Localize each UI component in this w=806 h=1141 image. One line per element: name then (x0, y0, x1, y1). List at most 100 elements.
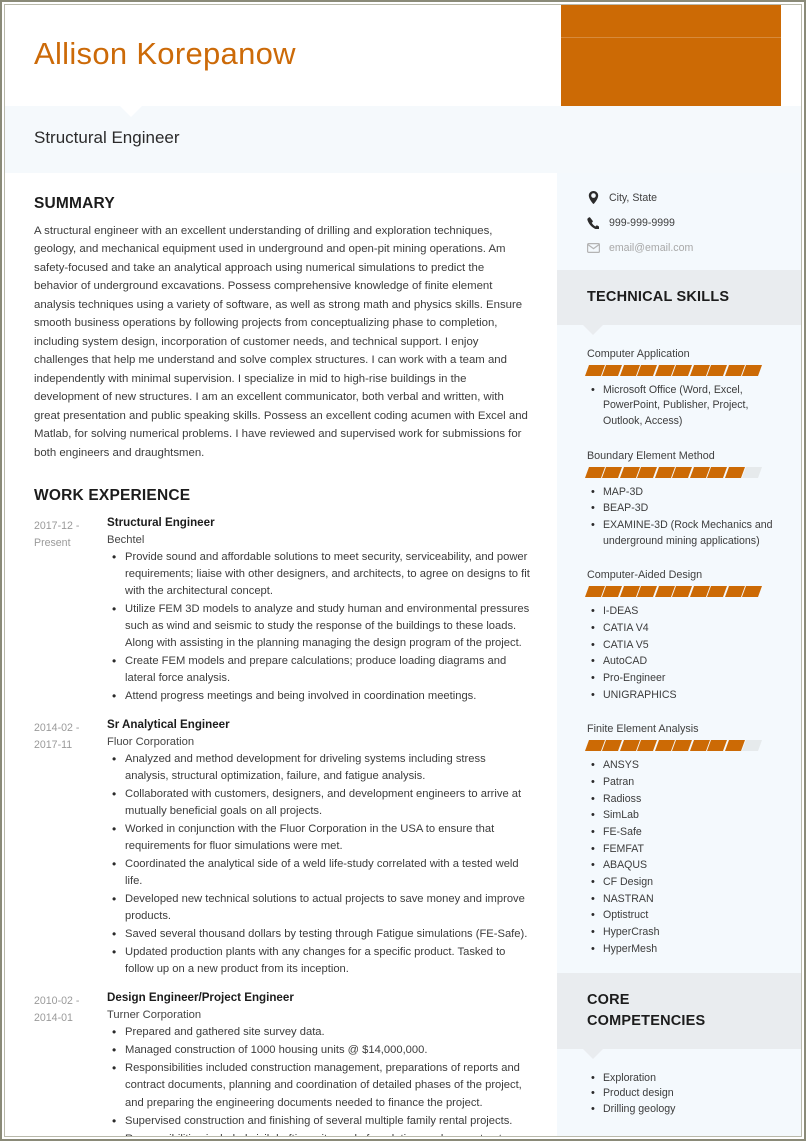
skill-item: ANSYS (587, 757, 783, 774)
skill-bar-segment (742, 586, 763, 598)
skill-item: FEMFAT (587, 841, 783, 858)
core-competency-item: Exploration (587, 1070, 783, 1087)
job-bullet: Updated production plants with any chang… (107, 943, 531, 978)
skill-bar-segment (637, 466, 658, 478)
core-competencies-list: ExplorationProduct designDrilling geolog… (587, 1070, 783, 1119)
contact-row[interactable]: email@email.com (557, 242, 801, 254)
skill-item: MAP-3D (587, 484, 783, 501)
job-bullet: Saved several thousand dollars by testin… (107, 925, 531, 943)
phone-icon (587, 217, 600, 229)
envelope-icon (586, 243, 600, 253)
resume-page: Allison Korepanow Structural Engineer SU… (0, 0, 806, 1141)
job-dates: 2017-12 - Present (34, 520, 80, 549)
main-column: SUMMARY A structural engineer with an ex… (5, 173, 557, 1136)
work-experience-item: 2014-02 - 2017-11 Sr Analytical Engineer F… (34, 718, 531, 978)
core-competencies-header: CORE COMPETENCIES (556, 973, 801, 1059)
skill-item: AutoCAD (587, 653, 783, 670)
skill-group: Finite Element Analysis ANSYSPatranRadios… (584, 723, 783, 958)
skill-item: Patran (587, 774, 783, 791)
job-bullet-list: Analyzed and method development for driv… (107, 750, 531, 978)
skill-bar-segment (672, 466, 693, 478)
skill-bar-segment (742, 466, 763, 478)
skill-level-bar (584, 466, 763, 478)
job-bullet: Worked in conjunction with the Fluor Cor… (107, 820, 531, 855)
technical-skills-body: Computer Application Microsoft Office (Wo… (557, 325, 801, 974)
contact-text: 999-999-9999 (608, 217, 675, 229)
skill-level-bar (584, 364, 763, 376)
skill-group: Computer Application Microsoft Office (Wo… (584, 347, 783, 430)
skill-item-list: Microsoft Office (Word, Excel, PowerPoin… (587, 382, 783, 430)
skill-bar-segment (742, 740, 763, 752)
skill-bar-segment (672, 364, 693, 376)
skill-item-list: I-DEASCATIA V4CATIA V5AutoCADPro-Enginee… (587, 603, 783, 703)
job-bullet-list: Provide sound and affordable solutions t… (107, 548, 531, 705)
skill-item: HyperMesh (587, 941, 783, 958)
job-bullet: Utilize FEM 3D models to analyze and stu… (107, 600, 531, 652)
candidate-name: Allison Korepanow (34, 36, 296, 71)
skill-bar-segment (602, 466, 623, 478)
job-dates: 2014-02 - 2017-11 (34, 722, 80, 751)
skill-item-list: ANSYSPatranRadiossSimLabFE-SafeFEMFATABA… (587, 757, 783, 958)
job-role: Sr Analytical Engineer (107, 718, 230, 732)
summary-text: A structural engineer with an excellent … (34, 225, 528, 459)
core-competency-item: Drilling geology (587, 1101, 783, 1118)
job-company: Turner Corporation (107, 1009, 202, 1022)
skill-item: SimLab (587, 807, 783, 824)
sidebar-column: City, State 999-999-9999 email@email.com T… (556, 173, 801, 1136)
job-role: Structural Engineer (107, 516, 215, 530)
skill-level-bar (584, 586, 763, 598)
job-company: Bechtel (107, 534, 145, 547)
skill-item: EXAMINE-3D (Rock Mechanics and undergrou… (587, 517, 783, 549)
skill-item: HyperCrash (587, 924, 783, 941)
job-bullet: Managed construction of 1000 housing uni… (107, 1041, 531, 1059)
skill-bar-segment (742, 364, 763, 376)
job-bullet: Collaborated with customers, designers, … (107, 785, 531, 820)
job-bullet: Coordinated the analytical side of a wel… (107, 855, 531, 890)
job-bullet: Attend progress meetings and being invol… (107, 687, 531, 705)
contact-info-block: City, State 999-999-9999 email@email.com (557, 173, 801, 270)
skill-group-label: Computer-Aided Design (586, 569, 703, 582)
job-bullet: Create FEM models and prepare calculatio… (107, 652, 531, 687)
job-bullet-list: Prepared and gathered site survey data.M… (107, 1023, 531, 1136)
skill-group-label: Boundary Element Method (586, 449, 715, 462)
contact-row[interactable]: City, State (557, 191, 801, 204)
core-competency-item: Product design (587, 1085, 783, 1102)
job-role: Design Engineer/Project Engineer (107, 991, 294, 1005)
skill-group: Boundary Element Method MAP-3DBEAP-3DEXAM… (584, 449, 783, 550)
work-experience-item: 2010-02 - 2014-01 Design Engineer/Project… (34, 991, 531, 1136)
skill-bar-segment (707, 586, 728, 598)
skill-level-bar (584, 740, 763, 752)
candidate-job-title: Structural Engineer (34, 128, 180, 147)
skill-item: Microsoft Office (Word, Excel, PowerPoin… (587, 382, 783, 430)
job-bullet: Analyzed and method development for driv… (107, 750, 531, 785)
resume-body: SUMMARY A structural engineer with an ex… (5, 173, 801, 1136)
location-pin-icon (587, 191, 600, 204)
contact-row[interactable]: 999-999-9999 (557, 217, 801, 229)
technical-skills-header: TECHNICAL SKILLS (556, 270, 801, 335)
job-bullet: Developed new technical solutions to act… (107, 890, 531, 925)
technical-skills-notch-icon (582, 324, 603, 335)
skill-bar-segment (602, 364, 623, 376)
skill-item: ABAQUS (587, 857, 783, 874)
skill-item-list: MAP-3DBEAP-3DEXAMINE-3D (Rock Mechanics … (587, 484, 783, 550)
skill-group: Computer-Aided Design I-DEASCATIA V4CATIA… (584, 569, 783, 703)
job-details: Structural Engineer BechtelProvide sound … (107, 516, 531, 705)
skill-group-label: Finite Element Analysis (586, 723, 699, 736)
skill-item: I-DEAS (587, 603, 783, 620)
job-bullet: Responsibilities included construction m… (107, 1059, 531, 1111)
core-competencies-heading: CORE COMPETENCIES (586, 992, 706, 1029)
header-accent-block (561, 5, 781, 106)
job-dates: 2010-02 - 2014-01 (34, 995, 80, 1024)
skill-group-label: Computer Application (586, 347, 690, 360)
skill-item: NASTRAN (587, 891, 783, 908)
job-bullet: Provide sound and affordable solutions t… (107, 548, 531, 600)
resume-page-inner: Allison Korepanow Structural Engineer SU… (4, 4, 802, 1137)
summary-heading: SUMMARY (34, 195, 115, 212)
skill-item: BEAP-3D (587, 500, 783, 517)
skill-item: CATIA V4 (587, 620, 783, 637)
skill-bar-segment (707, 740, 728, 752)
work-experience-heading: WORK EXPERIENCE (34, 487, 191, 505)
resume-header: Allison Korepanow (5, 5, 801, 106)
contact-text: City, State (608, 191, 658, 204)
skill-item: CATIA V5 (587, 637, 783, 654)
